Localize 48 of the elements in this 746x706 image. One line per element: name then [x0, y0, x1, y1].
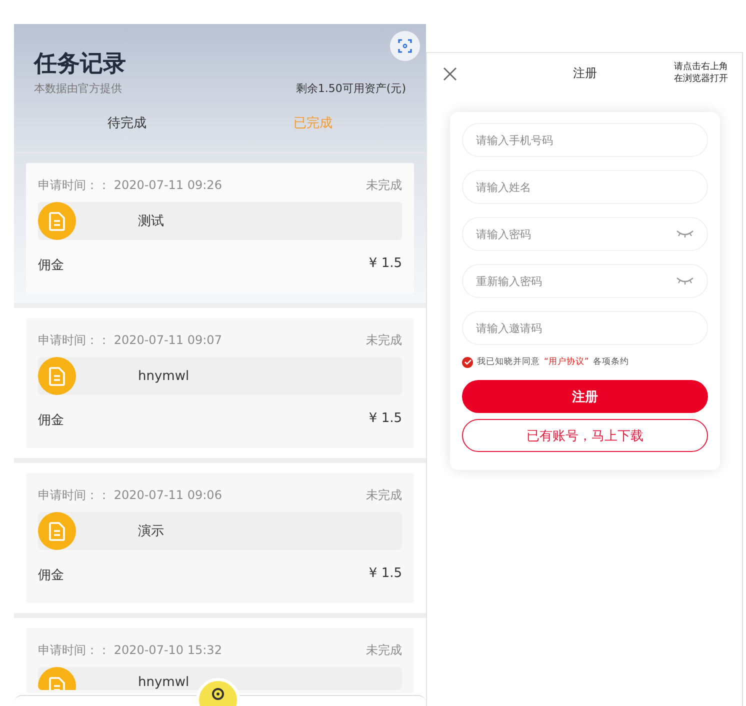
task-card[interactable]: 申请时间：： 2020-07-11 09:26 未完成 测试 佣金 ¥ 1.5 [26, 163, 414, 293]
apply-time: 申请时间：： 2020-07-11 09:07 [38, 332, 222, 349]
task-name: hnymwl [138, 368, 190, 384]
register-button[interactable]: 注册 [462, 380, 708, 413]
task-card[interactable]: 申请时间：： 2020-07-11 09:07 未完成 hnymwl 佣金 ¥ 1.5 [26, 318, 414, 448]
input-field[interactable]: 重新输入密码 [462, 264, 708, 298]
task-name: 测试 [138, 213, 164, 230]
agreement-text: 各项条约 [592, 356, 629, 368]
download-button[interactable]: 已有账号，马上下载 [462, 419, 708, 452]
task-name: hnymwl [138, 675, 190, 690]
balance-text: 剩余1.50可用资产(元) [296, 81, 406, 96]
document-icon [38, 202, 76, 240]
browser-hint: 请点击右上角 [674, 61, 728, 73]
apply-time: 申请时间：： 2020-07-11 09:26 [38, 177, 222, 194]
agree-checkbox[interactable] [462, 356, 473, 368]
commission-label: 佣金 [38, 567, 64, 584]
tab[interactable]: 待完成 [34, 114, 220, 132]
subtitle: 本数据由官方提供 [34, 81, 122, 96]
task-card[interactable]: 申请时间：： 2020-07-11 09:06 未完成 演示 佣金 ¥ 1.5 [26, 473, 414, 603]
commission-label: 佣金 [38, 257, 64, 274]
apply-time: 申请时间：： 2020-07-10 15:32 [38, 642, 222, 659]
screen-title: 注册 [572, 65, 598, 82]
closed-eye-icon[interactable] [676, 277, 694, 285]
task-status: 未完成 [366, 332, 402, 349]
closed-eye-icon[interactable] [676, 230, 694, 238]
apply-time: 申请时间：： 2020-07-11 09:06 [38, 487, 222, 504]
task-status: 未完成 [366, 642, 402, 659]
scan-icon[interactable] [390, 31, 420, 61]
document-icon [38, 357, 76, 395]
task-card[interactable]: 申请时间：： 2020-07-10 15:32 未完成 hnymwl [26, 628, 414, 693]
input-field[interactable]: 请输入密码 [462, 217, 708, 251]
input-field[interactable]: 请输入姓名 [462, 170, 708, 204]
user-agreement-link[interactable]: “用户协议” [544, 356, 589, 368]
task-status: 未完成 [366, 487, 402, 504]
browser-hint: 在浏览器打开 [674, 73, 728, 85]
commission-amount: ¥ 1.5 [368, 411, 402, 428]
task-name: 演示 [138, 523, 164, 540]
task-status: 未完成 [366, 177, 402, 194]
commission-amount: ¥ 1.5 [368, 256, 402, 273]
commission-amount: ¥ 1.5 [368, 566, 402, 583]
input-field[interactable]: 请输入邀请码 [462, 311, 708, 345]
agreement-text: 我已知晓并同意 [477, 356, 540, 368]
input-field[interactable]: 请输入手机号码 [462, 123, 708, 157]
page-title: 任务记录 [34, 50, 127, 79]
close-icon[interactable] [442, 66, 458, 82]
target-icon [211, 687, 225, 701]
commission-label: 佣金 [38, 412, 64, 429]
document-icon [38, 512, 76, 550]
